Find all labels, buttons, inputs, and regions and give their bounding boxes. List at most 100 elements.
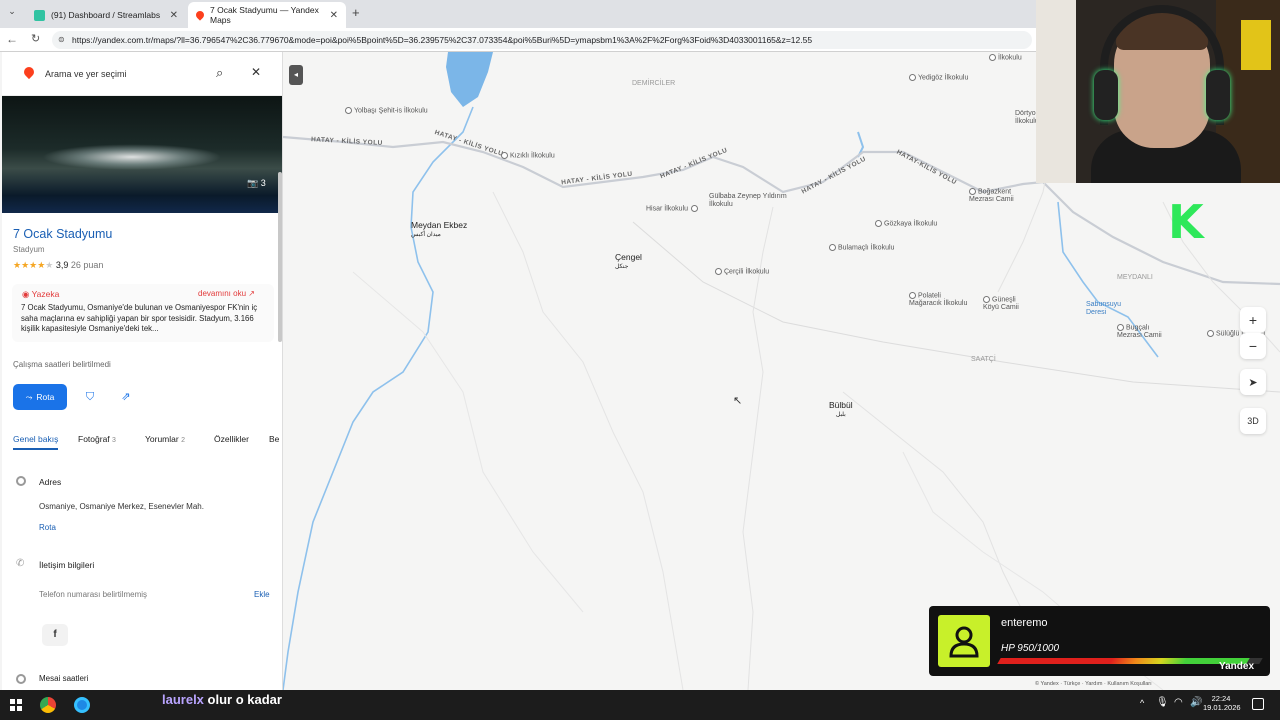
place-card-panel: Arama ve yer seçimi ⌕ ✕ 📷 3 7 Ocak Stady… (2, 52, 283, 690)
map-place[interactable]: Çengel جنكل (615, 253, 642, 271)
stadium-photo[interactable]: 📷 3 (2, 96, 282, 213)
map-place[interactable]: Boğazkent Mezrası Camii (969, 188, 1029, 204)
school-icon (1207, 330, 1214, 337)
map-place[interactable]: Dörtyol İlkokulu (1015, 110, 1039, 126)
route-button[interactable]: ⤳ Rota (13, 384, 67, 410)
windows-start-icon[interactable] (10, 699, 22, 711)
site-info-icon[interactable]: ⊜ (58, 31, 65, 49)
school-icon (989, 54, 996, 61)
close-tab-icon[interactable]: ✕ (170, 10, 178, 21)
chat-message: olur o kadar (207, 692, 282, 707)
zoom-in-button[interactable]: + (1240, 307, 1266, 333)
minor-road (352, 271, 584, 613)
address-route-link[interactable]: Rota (39, 523, 56, 532)
mosque-icon (1117, 324, 1124, 331)
address-text: Osmaniye, Osmaniye Merkez, Esenevler Mah… (39, 502, 204, 511)
search-icon[interactable]: ⌕ (216, 65, 223, 81)
clock[interactable]: 22:24 19.01.2026 (1203, 694, 1241, 712)
share-button[interactable]: ⇗ (113, 384, 139, 410)
map-place[interactable]: Çerçili İlkokulu (715, 268, 769, 276)
chrome-icon[interactable] (40, 697, 56, 713)
locate-me-icon[interactable]: ➤ (1240, 369, 1266, 395)
route-icon: ⤳ (25, 391, 33, 402)
notifications-icon[interactable] (1252, 698, 1264, 710)
read-more-link[interactable]: devamını oku ↗ (198, 289, 255, 298)
3d-toggle-button[interactable]: 3D (1240, 408, 1266, 434)
streamlabs-icon (34, 9, 45, 21)
school-icon (909, 292, 916, 299)
tab-overview[interactable]: Genel bakış (13, 434, 59, 450)
map-place[interactable]: Bülbül بلبل (829, 401, 853, 419)
hours-heading: Mesai saatleri (39, 674, 89, 683)
headphone-left (1094, 70, 1118, 120)
chat-username: laurelx (162, 692, 204, 707)
zoom-out-button[interactable]: − (1240, 333, 1266, 359)
bookmark-button[interactable]: ⛉ (77, 384, 103, 410)
map-place[interactable]: Yedigöz İlkokulu (909, 74, 968, 82)
map-place[interactable]: Bugçalı Mezrası Camii (1117, 324, 1167, 340)
map-place[interactable]: Polateli Mağaracık İlkokulu (909, 292, 969, 308)
map-place[interactable]: Sabunsuyu Deresi (1086, 301, 1136, 317)
add-phone-link[interactable]: Ekle (254, 590, 270, 599)
mosque-icon (983, 296, 990, 303)
tab-yandex-maps[interactable]: 7 Ocak Stadyumu — Yandex Maps ✕ (188, 2, 346, 28)
map-place[interactable]: Gülbaba Zeynep Yıldırım İlkokulu (709, 193, 789, 209)
map-place[interactable]: Bulamaçlı İlkokulu (829, 244, 894, 252)
tab-photos[interactable]: Fotoğraf 3 (78, 434, 116, 444)
school-icon (829, 244, 836, 251)
tab-streamlabs[interactable]: (91) Dashboard / Streamlabs ✕ (26, 2, 186, 28)
hp-username: enteremo (1001, 617, 1048, 629)
empty-star-icon: ★ (45, 260, 54, 270)
mouse-cursor-icon: ↖ (733, 395, 743, 407)
river-main (283, 106, 474, 690)
map-district: MEYDANLI (1117, 274, 1153, 281)
reload-icon[interactable]: ↻ (31, 32, 40, 45)
tab-features[interactable]: Özellikler (214, 434, 249, 444)
collapse-panel-button[interactable]: ◂ (289, 65, 303, 85)
location-pin-icon (16, 476, 26, 486)
school-icon (715, 268, 722, 275)
new-tab-button[interactable]: + (352, 5, 360, 20)
wifi-icon[interactable]: ◠ (1174, 697, 1183, 708)
hp-bar-fill (997, 658, 1250, 664)
school-icon (909, 74, 916, 81)
close-icon[interactable]: ✕ (251, 65, 261, 79)
tray-chevron-icon[interactable]: ^ (1140, 698, 1144, 708)
place-title: 7 Ocak Stadyumu (13, 227, 113, 241)
tab-more[interactable]: Be (269, 434, 279, 444)
search-input[interactable]: Arama ve yer seçimi (45, 69, 127, 79)
map-district: SAATÇİ (971, 356, 996, 363)
ai-summary-text: 7 Ocak Stadyumu, Osmaniye'de bulunan ve … (21, 303, 258, 333)
volume-icon[interactable]: 🔊 (1190, 697, 1202, 708)
ai-label: ◉ Yazeka (22, 289, 60, 299)
edge-icon[interactable] (74, 697, 90, 713)
minor-road (492, 191, 684, 690)
share-icon: ⇗ (121, 391, 131, 403)
facebook-icon[interactable]: f (42, 624, 68, 646)
place-category: Stadyum (13, 245, 45, 254)
windows-taskbar: laurelx olur o kadar ^ 🎙 ◠ 🔊 22:24 19.01… (0, 690, 1280, 720)
microphone-icon[interactable]: 🎙 (1156, 697, 1169, 708)
map-place[interactable]: Meydan Ekbez ميدان أكبس (411, 221, 467, 239)
panel-scrollbar[interactable] (278, 172, 282, 342)
mosque-icon (969, 188, 976, 195)
url-field[interactable]: ⊜ https://yandex.com.tr/maps/?ll=36.7965… (52, 31, 1032, 49)
hp-value: HP 950/1000 (1001, 643, 1060, 654)
map-place[interactable]: Hisar İlkokulu (646, 205, 700, 213)
tab-list-chevron-icon[interactable]: ⌄ (4, 6, 20, 22)
tab-reviews[interactable]: Yorumlar 2 (145, 434, 185, 444)
close-tab-icon[interactable]: ✕ (330, 10, 338, 21)
map-district: DEMİRCİLER (632, 80, 676, 87)
camera-icon: 📷 (247, 178, 259, 188)
ai-summary-card[interactable]: ◉ Yazeka devamını oku ↗ 7 Ocak Stadyumu,… (12, 284, 274, 342)
map-place[interactable]: İlkokulu (989, 54, 1022, 62)
map-place[interactable]: Kızıklı İlkokulu (501, 152, 555, 160)
map-place[interactable]: Yolbaşı Şehit-is İlkokulu (345, 107, 428, 115)
map-place[interactable]: Güneşli Köyü Camii (983, 296, 1027, 312)
school-icon (691, 205, 699, 212)
rating-row[interactable]: ★★★★★ 3,9 26 puan (13, 260, 103, 271)
streamer-webcam (1036, 0, 1280, 183)
back-arrow-icon[interactable]: ← (6, 32, 18, 46)
map-footer-links[interactable]: © Yandex · Türkçe · Yardım · Kullanım Ko… (1035, 681, 1152, 687)
map-place[interactable]: Gözkaya İlkokulu (875, 220, 937, 228)
